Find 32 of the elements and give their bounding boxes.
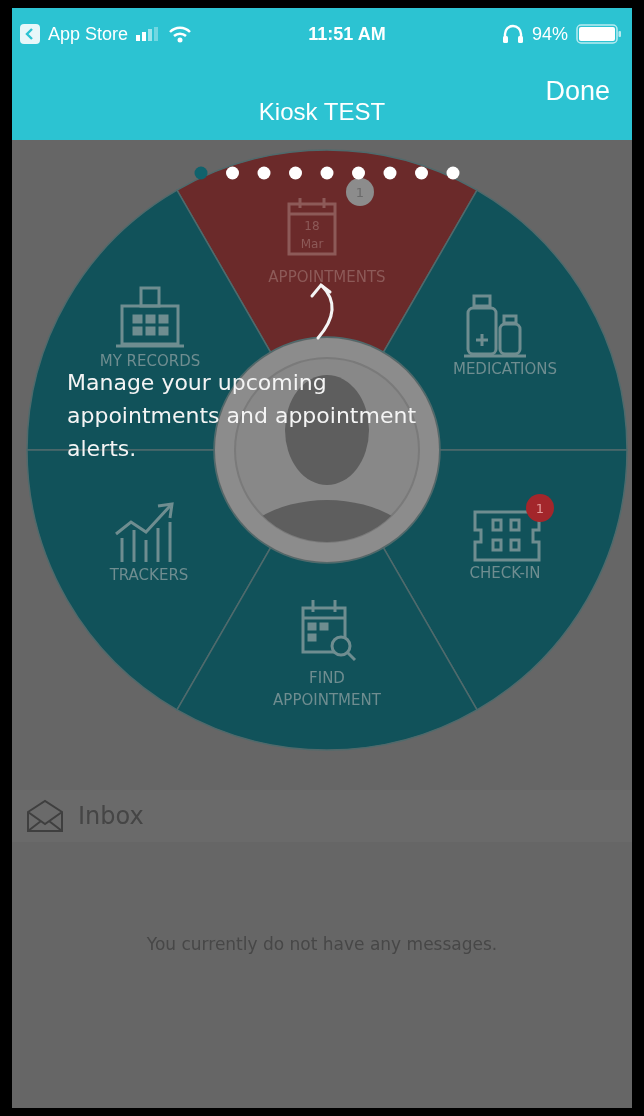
calendar-search-icon	[301, 600, 357, 662]
page-dot[interactable]	[226, 166, 239, 180]
pointer-arrow	[310, 282, 334, 340]
envelope-icon	[26, 799, 64, 833]
status-time: 11:51 AM	[308, 23, 386, 45]
nav-title: Kiosk TEST	[258, 98, 386, 126]
back-app-label[interactable]: App Store	[48, 23, 129, 45]
hospital-icon	[116, 286, 184, 348]
page-dot[interactable]	[320, 166, 334, 180]
signal-icon	[136, 27, 161, 41]
page-dot[interactable]	[194, 166, 208, 180]
battery-percent: 94%	[531, 23, 568, 45]
battery-icon	[576, 24, 622, 44]
page-dot[interactable]	[415, 166, 428, 180]
page-dot[interactable]	[352, 166, 365, 180]
page-dot[interactable]	[289, 166, 302, 180]
segment-label: MEDICATIONS	[452, 360, 558, 378]
headphones-icon	[501, 24, 524, 44]
badge-count: 1	[535, 501, 545, 516]
page-dot[interactable]	[446, 166, 460, 180]
done-button[interactable]: Done	[545, 76, 610, 107]
page-dot[interactable]	[383, 166, 397, 180]
segment-label: MY RECORDS	[99, 352, 201, 370]
growth-chart-icon	[115, 502, 174, 562]
wifi-icon	[168, 25, 193, 43]
menu-segment[interactable]	[176, 149, 478, 353]
segment-label: FIND APPOINTMENT	[273, 669, 381, 709]
medicine-bottles-icon	[464, 294, 526, 358]
segment-label: TRACKERS	[109, 566, 189, 584]
page-dot[interactable]	[257, 166, 271, 180]
calendar-icon	[287, 198, 337, 256]
segment-label: CHECK-IN	[469, 564, 541, 582]
